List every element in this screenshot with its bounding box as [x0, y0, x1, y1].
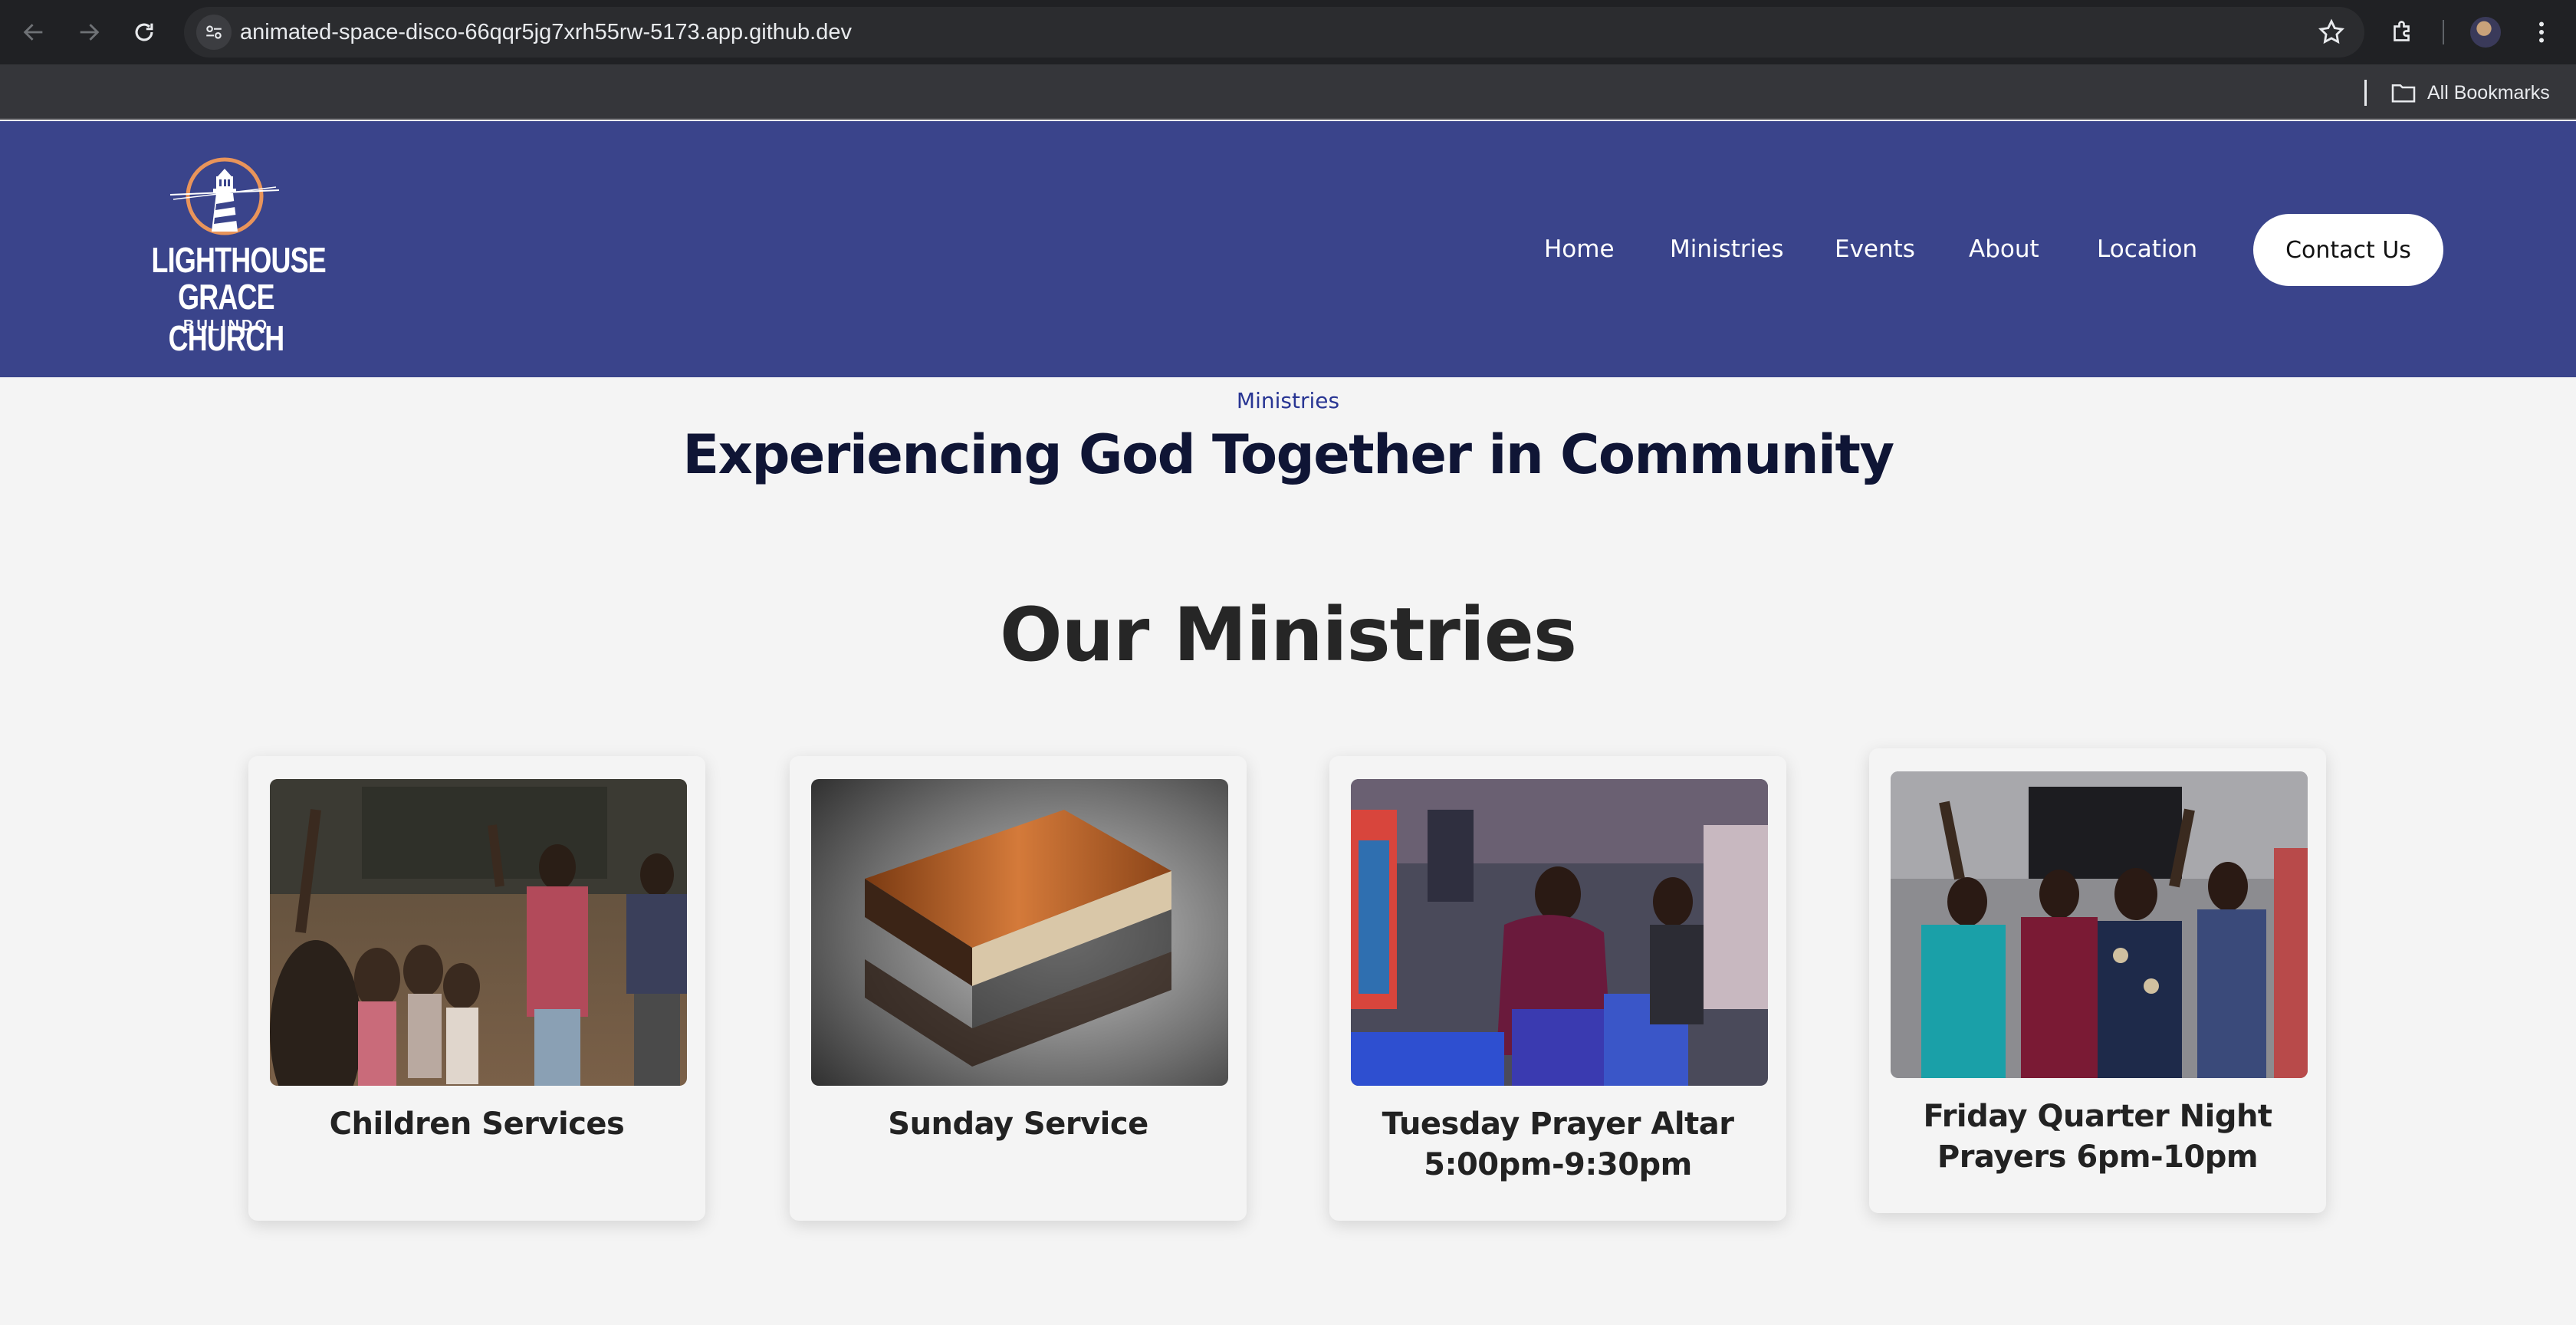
address-bar[interactable]: animated-space-disco-66qqr5jg7xrh55rw-51… — [184, 7, 2364, 58]
browser-toolbar: animated-space-disco-66qqr5jg7xrh55rw-51… — [0, 0, 2576, 64]
card-title-line2: 5:00pm-9:30pm — [1424, 1147, 1692, 1182]
site-info-icon[interactable] — [196, 15, 232, 50]
extensions-icon[interactable] — [2386, 15, 2420, 49]
forward-icon[interactable] — [71, 14, 107, 51]
main-nav: Home Ministries Events About Location Co… — [0, 121, 2576, 377]
nav-ministries[interactable]: Ministries — [1670, 235, 1784, 264]
ministries-title: Our Ministries — [1000, 592, 1577, 678]
friday-prayers-photo — [1891, 771, 2308, 1078]
card-title: Children Services — [329, 1106, 625, 1142]
contact-us-button[interactable]: Contact Us — [2253, 214, 2443, 286]
reload-icon[interactable] — [126, 14, 163, 51]
all-bookmarks-button[interactable]: All Bookmarks — [2390, 78, 2550, 107]
nav-location[interactable]: Location — [2097, 235, 2197, 264]
ministry-card-sunday[interactable]: Sunday Service — [790, 756, 1247, 1221]
children-services-photo — [270, 779, 687, 1086]
nav-about[interactable]: About — [1969, 235, 2039, 264]
nav-home[interactable]: Home — [1544, 235, 1615, 264]
folder-icon — [2391, 84, 2416, 103]
card-title-line1: Friday Quarter Night — [1923, 1099, 2272, 1134]
profile-avatar[interactable] — [2470, 17, 2501, 48]
bookmark-star-icon[interactable] — [2317, 18, 2346, 47]
tuesday-prayer-photo — [1351, 779, 1768, 1086]
card-title: Sunday Service — [888, 1106, 1148, 1142]
card-title-line1: Tuesday Prayer Altar — [1382, 1106, 1734, 1142]
site-header: LIGHTHOUSE GRACE CHURCH BULINDO Home Min… — [0, 121, 2576, 377]
nav-events[interactable]: Events — [1835, 235, 1915, 264]
ministry-card-friday[interactable]: Friday Quarter Night Prayers 6pm-10pm — [1869, 748, 2326, 1213]
toolbar-divider — [2443, 20, 2444, 44]
all-bookmarks-label: All Bookmarks — [2427, 81, 2550, 104]
card-title-line2: Prayers 6pm-10pm — [1937, 1139, 2259, 1175]
back-icon[interactable] — [15, 14, 52, 51]
section-eyebrow: Ministries — [1236, 388, 1340, 413]
ministry-card-tuesday[interactable]: Tuesday Prayer Altar 5:00pm-9:30pm — [1329, 756, 1786, 1221]
ministry-card-children[interactable]: Children Services — [248, 756, 705, 1221]
bookmarks-divider — [2364, 80, 2367, 106]
sunday-service-photo — [811, 779, 1228, 1086]
menu-dots-icon[interactable] — [2525, 15, 2558, 49]
bookmarks-bar — [0, 64, 2576, 120]
page-headline: Experiencing God Together in Community — [682, 423, 1894, 486]
url-text[interactable]: animated-space-disco-66qqr5jg7xrh55rw-51… — [240, 7, 852, 58]
